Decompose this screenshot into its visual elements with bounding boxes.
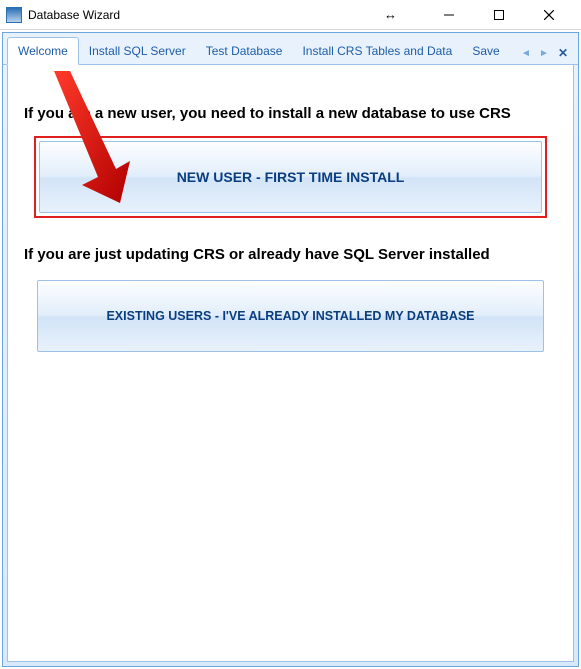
chevron-left-icon: ◄ [521,48,531,59]
tab-label: Welcome [18,44,68,58]
existing-user-button-wrap: EXISTING USERS - I'VE ALREADY INSTALLED … [34,277,547,355]
app-icon [6,7,22,23]
close-icon [544,10,554,20]
tab-label: Install CRS Tables and Data [302,44,452,58]
tab-strip-controls: ◄ ► ✕ [520,46,574,64]
tabs-close-button[interactable]: ✕ [556,46,570,60]
tab-install-crs-tables[interactable]: Install CRS Tables and Data [292,38,462,64]
minimize-button[interactable] [437,6,461,24]
tab-label: Test Database [206,44,283,58]
new-user-install-button[interactable]: NEW USER - FIRST TIME INSTALL [39,141,542,213]
x-icon: ✕ [558,46,568,60]
maximize-button[interactable] [487,6,511,24]
tabs-scroll-left-button[interactable]: ◄ [520,46,532,60]
tab-install-sql-server[interactable]: Install SQL Server [79,38,196,64]
window-shell: Welcome Install SQL Server Test Database… [2,32,579,667]
heading-new-user: If you are a new user, you need to insta… [24,105,557,122]
heading-existing-user: If you are just updating CRS or already … [24,246,557,263]
window-title: Database Wizard [28,8,384,22]
chevron-right-icon: ► [539,48,549,59]
tabs-scroll-right-button[interactable]: ► [538,46,550,60]
tab-save[interactable]: Save [462,38,509,64]
existing-user-button[interactable]: EXISTING USERS - I'VE ALREADY INSTALLED … [37,280,544,352]
tab-strip: Welcome Install SQL Server Test Database… [3,33,578,65]
tab-panel-welcome: If you are a new user, you need to insta… [7,65,574,662]
maximize-icon [494,10,504,20]
tab-welcome[interactable]: Welcome [7,37,79,65]
title-bar: Database Wizard ↔ [0,0,581,30]
tab-label: Install SQL Server [89,44,186,58]
minimize-icon [444,10,454,20]
tab-label: Save [472,44,499,58]
new-user-button-highlight: NEW USER - FIRST TIME INSTALL [34,136,547,218]
resize-handle-icon[interactable]: ↔ [384,7,397,22]
tab-test-database[interactable]: Test Database [196,38,293,64]
close-button[interactable] [537,6,561,24]
